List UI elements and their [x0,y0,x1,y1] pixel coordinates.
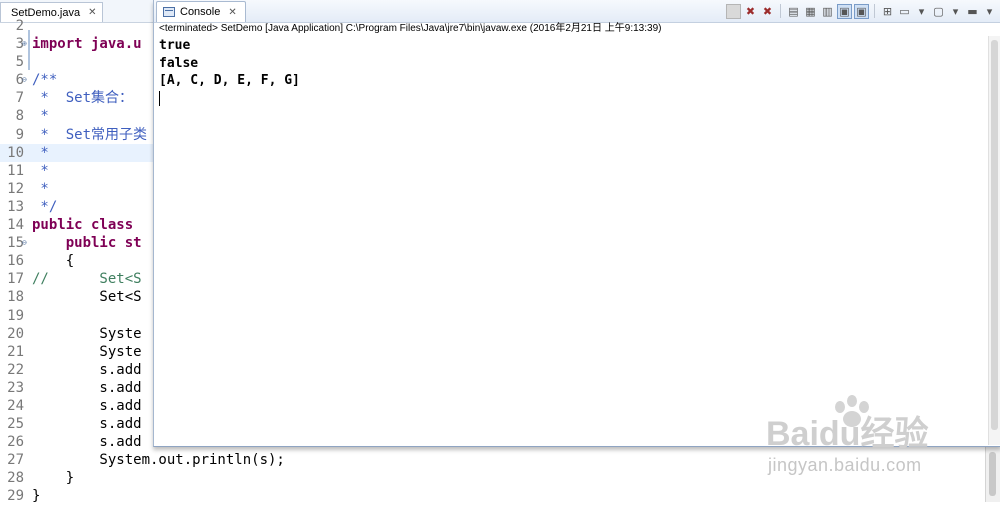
console-vertical-scrollbar[interactable] [988,36,1000,445]
remove-launch-icon[interactable]: ✖ [743,4,758,19]
toolbar-separator [874,4,875,18]
remove-all-terminated-icon[interactable]: ✖ [760,4,775,19]
line-number: 27 [7,452,24,469]
close-icon[interactable]: ✕ [228,7,236,18]
line-number: 19 [7,307,24,324]
code-line[interactable]: 27 System.out.println(s); [0,451,1000,469]
show-on-error-icon[interactable]: ▣ [854,3,869,19]
line-number: 26 [7,434,24,451]
code-text: */ [32,198,58,215]
line-number: 14 [7,217,24,234]
line-number: 10 [7,144,24,161]
line-number: 7 [15,90,24,107]
collapse-fold-icon[interactable]: ⊖ [22,71,27,89]
word-wrap-icon[interactable]: ▥ [820,4,835,19]
code-text: Syste [32,325,142,342]
code-text: s.add [32,361,142,378]
code-text: * Set常用子类 [32,126,148,143]
console-output-line: false [159,55,199,71]
code-text: } [32,470,75,487]
code-text: * Set集合： [32,90,134,107]
line-number: 28 [7,470,24,487]
scrollbar-thumb[interactable] [991,40,998,430]
line-number: 9 [15,126,24,143]
code-text: /** [32,72,58,89]
collapse-fold-icon[interactable]: ⊖ [22,234,27,252]
code-text: * [32,108,134,125]
line-number: 21 [7,343,24,360]
console-tab-bar: Console ✕ ✖ ✖ ▤ ▦ ▥ ▣ ▣ ⊞ ▭ ▾ ▢ ▾ ▬ ▾ [154,0,1000,23]
console-output[interactable]: true false [A, C, D, E, F, G] [159,37,300,106]
console-process-description: <terminated> SetDemo [Java Application] … [159,23,662,34]
terminate-icon[interactable] [726,3,741,19]
minimize-icon[interactable]: ▬ [965,4,980,19]
line-number: 5 [15,54,24,71]
line-number: 16 [7,253,24,270]
line-number: 12 [7,180,24,197]
text-caret [159,90,160,106]
code-text: public class [32,217,142,234]
editor-vertical-scrollbar[interactable] [985,446,1000,502]
line-number: 3 [15,36,24,53]
pin-console-icon[interactable]: ⊞ [880,4,895,19]
code-text: Set<S [32,289,142,306]
line-number: 17 [7,271,24,288]
console-toolbar: ✖ ✖ ▤ ▦ ▥ ▣ ▣ ⊞ ▭ ▾ ▢ ▾ ▬ ▾ [726,3,997,19]
toolbar-separator [780,4,781,18]
line-number: 29 [7,488,24,505]
view-menu-icon[interactable]: ▾ [982,4,997,19]
line-number: 2 [15,18,24,34]
code-text: * [32,144,134,161]
line-number: 11 [7,162,24,179]
line-number: 20 [7,325,24,342]
code-text: { [32,253,75,270]
expand-fold-icon[interactable]: ⊕ [22,35,27,53]
code-text: public st [32,235,142,252]
line-number: 18 [7,289,24,306]
console-view: Console ✕ ✖ ✖ ▤ ▦ ▥ ▣ ▣ ⊞ ▭ ▾ ▢ ▾ ▬ ▾ <t… [153,0,1000,447]
code-text: import java.u [32,36,142,53]
console-icon [163,7,175,17]
code-text: s.add [32,416,142,433]
line-number: 13 [7,198,24,215]
console-output-line: true [159,38,191,53]
code-line[interactable]: 29} [0,487,1000,505]
code-text: * [32,180,49,197]
code-text: s.add [32,434,142,451]
code-text: s.add [32,379,142,396]
open-console-icon[interactable]: ▢ [931,4,946,19]
line-number: 23 [7,379,24,396]
line-number: 6 [15,72,24,89]
line-number: 22 [7,361,24,378]
code-text: Syste [32,343,142,360]
console-output-line: [A, C, D, E, F, G] [159,73,300,88]
code-text: // Set<S [32,271,142,288]
code-text: } [32,488,41,505]
code-text: * [32,162,134,179]
console-tab-label: Console [180,6,221,18]
tab-console[interactable]: Console ✕ [156,1,246,22]
scroll-lock-icon[interactable]: ▦ [803,4,818,19]
show-on-output-icon[interactable]: ▣ [837,3,852,19]
scrollbar-thumb[interactable] [989,452,996,496]
code-line[interactable]: 28 } [0,469,1000,487]
line-number: 24 [7,397,24,414]
clear-console-icon[interactable]: ▤ [786,4,801,19]
code-text: System.out.println(s); [32,452,285,469]
line-number: 15 [7,235,24,252]
chevron-down-icon[interactable]: ▾ [948,4,963,19]
line-number: 25 [7,416,24,433]
display-console-icon[interactable]: ▭ [897,4,912,19]
chevron-down-icon[interactable]: ▾ [914,4,929,19]
code-text: s.add [32,397,142,414]
line-number: 8 [15,108,24,125]
